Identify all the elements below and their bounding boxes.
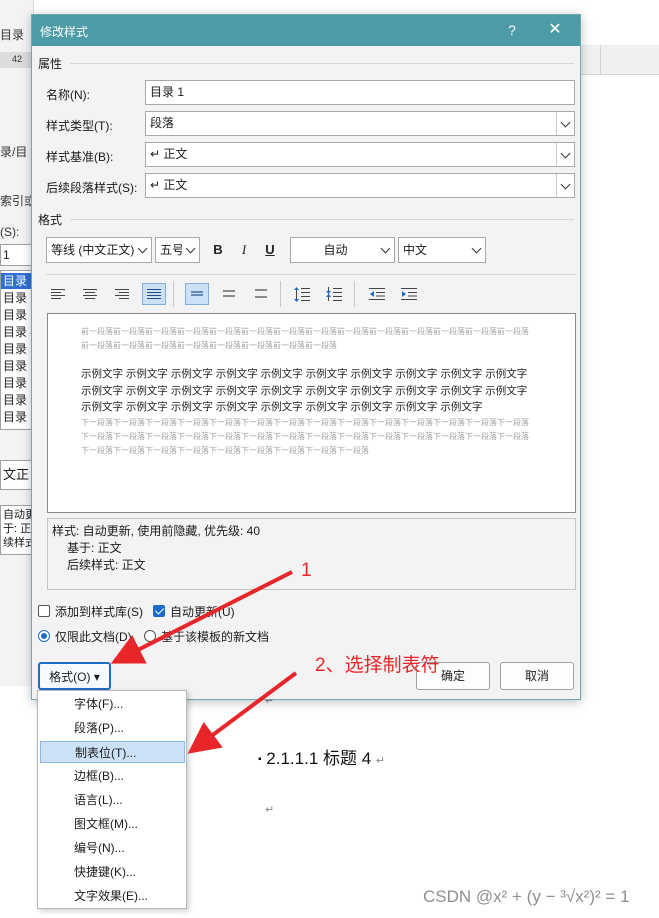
annotation-arrow-2 (187, 671, 298, 754)
annotation-step-1: 1 (301, 560, 312, 581)
annotation-arrow-1 (110, 570, 293, 664)
annotation-arrows (110, 570, 298, 754)
annotation-step-2: 2、选择制表符 (315, 655, 440, 676)
